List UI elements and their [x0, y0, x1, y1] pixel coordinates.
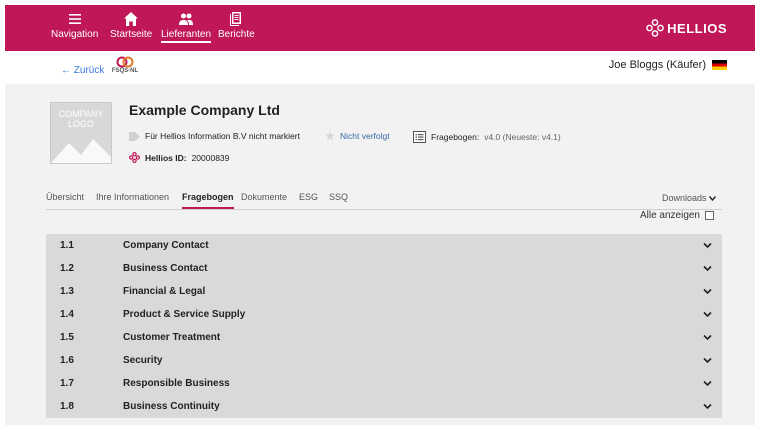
top-nav-bar: Navigation Startseite Lieferanten Berich… — [5, 5, 755, 51]
section-row[interactable]: 1.4 Product & Service Supply — [46, 303, 722, 326]
section-number: 1.6 — [60, 355, 74, 366]
nav-item-label: Navigation — [51, 29, 99, 40]
user-menu[interactable]: Joe Bloggs (Käufer) — [609, 59, 727, 71]
section-number: 1.1 — [60, 240, 74, 251]
questionnaire-sections: 1.1 Company Contact 1.2 Business Contact… — [46, 234, 722, 418]
home-icon — [110, 11, 152, 27]
nav-item-navigation[interactable]: Navigation — [51, 11, 98, 40]
tag-status-label: Für Hellios Information B.V nicht markie… — [145, 131, 300, 141]
company-logo-placeholder: COMPANY LOGO — [50, 102, 112, 164]
nav-item-label: Startseite — [110, 29, 153, 40]
section-title: Security — [123, 355, 163, 366]
chevron-down-icon[interactable] — [703, 242, 712, 249]
tab-overview[interactable]: Übersicht — [46, 192, 84, 202]
hellios-mark-icon — [129, 152, 140, 163]
sub-header: ← Zurück FSQS-NL Joe Bloggs (Käufer) — [5, 51, 755, 84]
show-all-checkbox[interactable] — [705, 211, 714, 220]
mountain-image-icon — [51, 139, 111, 163]
section-number: 1.5 — [60, 332, 74, 343]
nav-item-label: Berichte — [218, 29, 255, 40]
questionnaire-version: Fragebogen: v4.0 (Neueste: v4.1) — [413, 131, 561, 143]
nav-item-label: Lieferanten — [161, 29, 212, 43]
section-row[interactable]: 1.1 Company Contact — [46, 234, 722, 257]
chevron-down-icon[interactable] — [703, 265, 712, 272]
logo-placeholder-text: COMPANY LOGO — [58, 109, 104, 129]
nav-item-suppliers[interactable]: Lieferanten — [161, 11, 212, 43]
chevron-down-icon[interactable] — [703, 334, 712, 341]
chevron-down-icon[interactable] — [703, 380, 712, 387]
nav-item-home[interactable]: Startseite — [110, 11, 152, 40]
section-number: 1.8 — [60, 401, 74, 412]
chevron-down-icon[interactable] — [703, 403, 712, 410]
tag-icon — [129, 131, 140, 141]
chevron-down-icon[interactable] — [703, 288, 712, 295]
fsqs-logo-icon — [116, 56, 134, 68]
hellios-id: Hellios ID: 20000839 — [129, 152, 229, 163]
section-row[interactable]: 1.6 Security — [46, 349, 722, 372]
questionnaire-label: Fragebogen: — [431, 132, 480, 142]
follow-status[interactable]: Nicht verfolgt — [325, 131, 390, 141]
hellios-id-value: 20000839 — [191, 152, 230, 163]
company-name: Example Company Ltd — [129, 102, 280, 118]
section-title: Responsible Business — [123, 378, 230, 389]
questionnaire-value: v4.0 (Neueste: v4.1) — [484, 132, 561, 142]
fsqs-label: FSQS-NL — [111, 68, 139, 74]
section-title: Business Contact — [123, 263, 208, 274]
nav-item-reports[interactable]: Berichte — [218, 11, 255, 40]
section-number: 1.3 — [60, 286, 74, 297]
section-number: 1.2 — [60, 263, 74, 274]
german-flag-icon[interactable] — [712, 60, 727, 70]
tab-esg[interactable]: ESG — [299, 192, 318, 202]
tab-documents[interactable]: Dokumente — [241, 192, 287, 202]
hellios-id-label: Hellios ID: — [145, 152, 187, 163]
section-row[interactable]: 1.7 Responsible Business — [46, 372, 722, 395]
section-row[interactable]: 1.3 Financial & Legal — [46, 280, 722, 303]
people-icon — [161, 11, 211, 27]
section-number: 1.7 — [60, 378, 74, 389]
hellios-mark-icon — [646, 19, 665, 37]
chevron-down-icon[interactable] — [703, 357, 712, 364]
show-all-toggle[interactable]: Alle anzeigen — [640, 210, 714, 221]
brand-name: HELLIOS — [667, 20, 727, 36]
hamburger-icon — [51, 11, 98, 27]
user-name: Joe Bloggs (Käufer) — [608, 59, 706, 71]
section-row[interactable]: 1.8 Business Continuity — [46, 395, 722, 418]
tab-questionnaire[interactable]: Fragebogen — [182, 192, 234, 209]
fsqs-badge: FSQS-NL — [111, 56, 139, 78]
tab-ssq[interactable]: SSQ — [329, 192, 348, 202]
follow-status-label: Nicht verfolgt — [340, 131, 390, 141]
downloads-dropdown[interactable]: Downloads — [661, 193, 717, 203]
section-row[interactable]: 1.2 Business Contact — [46, 257, 722, 280]
downloads-label: Downloads — [661, 193, 707, 203]
show-all-label: Alle anzeigen — [639, 210, 700, 221]
section-row[interactable]: 1.5 Customer Treatment — [46, 326, 722, 349]
chevron-down-icon — [708, 196, 717, 202]
star-icon — [325, 131, 335, 141]
questionnaire-icon — [413, 131, 426, 143]
section-number: 1.4 — [60, 309, 74, 320]
section-title: Company Contact — [123, 240, 209, 251]
chevron-down-icon[interactable] — [703, 311, 712, 318]
tab-bar: Übersicht Ihre Informationen Fragebogen … — [46, 188, 722, 210]
tab-your-information[interactable]: Ihre Informationen — [96, 192, 169, 202]
section-title: Business Continuity — [123, 401, 220, 412]
section-title: Financial & Legal — [123, 286, 206, 297]
report-icon — [218, 11, 255, 27]
back-link[interactable]: ← Zurück — [61, 65, 104, 76]
section-title: Customer Treatment — [123, 332, 221, 343]
section-title: Product & Service Supply — [123, 309, 246, 320]
tag-status[interactable]: Für Hellios Information B.V nicht markie… — [129, 131, 300, 141]
hellios-logo[interactable]: HELLIOS — [646, 19, 727, 37]
supplier-panel: COMPANY LOGO Example Company Ltd Für Hel… — [5, 84, 755, 425]
